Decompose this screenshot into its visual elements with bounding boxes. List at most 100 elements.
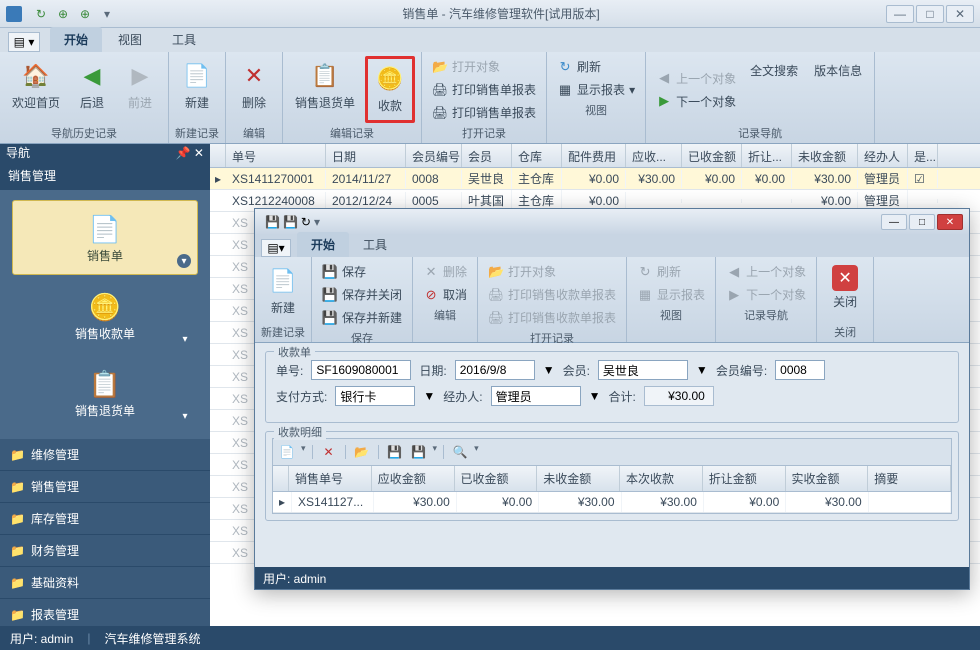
m-tab-tools[interactable]: 工具 [349,232,401,257]
nav-item-5[interactable]: 📁报表管理 [0,599,210,631]
grid-header-1[interactable]: 日期 [326,144,406,167]
home-button[interactable]: 🏠欢迎首页 [6,56,66,123]
m-save-new-button[interactable]: 💾保存并新建 [318,307,406,328]
qat-new-icon[interactable]: ⊕ [54,5,72,23]
nav-card-1[interactable]: 🪙销售收款单▾ [12,279,198,352]
nav-item-4[interactable]: 📁基础资料 [0,567,210,599]
new-button[interactable]: 📄新建 [175,56,219,123]
grid-header-5[interactable]: 配件费用 [562,144,626,167]
nav-item-0[interactable]: 📁维修管理 [0,439,210,471]
qat-dropdown-icon[interactable]: ▾ [98,5,116,23]
pay-method-input[interactable] [335,386,415,406]
print-report2-button[interactable]: 🖨打印销售单报表 [428,102,540,123]
grid-header-4[interactable]: 仓库 [512,144,562,167]
table-row[interactable]: ▸XS14112700012014/11/270008吴世良主仓库¥0.00¥3… [210,168,980,190]
qat-new2-icon[interactable]: ⊕ [76,5,94,23]
next-object-button[interactable]: ▶下一个对象 [652,91,740,112]
detail-header-0[interactable]: 销售单号 [289,466,372,491]
m-cancel-button[interactable]: ⊘取消 [419,284,471,305]
folder-icon: 📁 [10,448,25,462]
delete-icon: ✕ [423,264,439,280]
nav-item-3[interactable]: 📁财务管理 [0,535,210,567]
sales-return-button[interactable]: 📋销售退货单 [289,56,361,123]
detail-new-button[interactable]: 📄 [277,443,297,461]
m-close-ribbon-button[interactable]: ✕关闭 [823,261,867,322]
m-save-button[interactable]: 💾保存 [318,261,406,282]
nav-card-0[interactable]: 📄销售单▾ [12,200,198,275]
new-icon: 📄 [181,60,213,92]
print-report-button[interactable]: 🖨打印销售单报表 [428,79,540,100]
m-tab-start[interactable]: 开始 [297,232,349,257]
m-qat-refresh-icon[interactable]: ↻ [301,215,311,229]
window-title: 销售单 - 汽车维修管理软件[试用版本] [116,5,886,22]
minimize-button[interactable]: — [886,5,914,23]
detail-search-button[interactable]: 🔍 [450,443,470,461]
detail-save2-button[interactable]: 💾 [409,443,429,461]
grid-header-9[interactable]: 未收金额 [792,144,858,167]
close-button[interactable]: ✕ [946,5,974,23]
m-maximize-button[interactable]: □ [909,214,935,230]
app-menu-button[interactable]: ▤ ▾ [8,32,40,52]
order-no-input[interactable] [311,360,411,380]
detail-header-4[interactable]: 本次收款 [620,466,703,491]
m-minimize-button[interactable]: — [881,214,907,230]
member-no-input[interactable] [775,360,825,380]
grid-header-0[interactable]: 单号 [226,144,326,167]
nav-item-1[interactable]: 📁销售管理 [0,471,210,503]
grid-header-10[interactable]: 经办人 [858,144,908,167]
member-input[interactable] [598,360,688,380]
group-nav-history: 导航历史记录 [6,123,162,141]
chevron-down-icon[interactable]: ▾ [178,409,192,423]
detail-header-1[interactable]: 应收金额 [372,466,455,491]
qat-refresh-icon[interactable]: ↻ [32,5,50,23]
detail-header-3[interactable]: 未收金额 [537,466,620,491]
detail-header-2[interactable]: 已收金额 [455,466,538,491]
maximize-button[interactable]: □ [916,5,944,23]
fulltext-search-button[interactable]: 全文搜索 [744,56,804,123]
chevron-down-icon[interactable]: ▾ [178,332,192,346]
detail-open-button[interactable]: 📂 [352,443,372,461]
tab-tools[interactable]: 工具 [158,27,210,52]
nav-title: 导航 [6,144,30,161]
back-button[interactable]: ◀后退 [70,56,114,123]
date-input[interactable] [455,360,535,380]
detail-header-7[interactable]: 摘要 [868,466,951,491]
detail-header-5[interactable]: 折让金额 [703,466,786,491]
m-qat-saveclose-icon[interactable]: 💾 [283,215,298,229]
open-object-button: 📂打开对象 [428,56,540,77]
grid-header-11[interactable]: 是... [908,144,938,167]
m-app-menu-button[interactable]: ▤▾ [261,239,291,257]
m-save-close-button[interactable]: 💾保存并关闭 [318,284,406,305]
prev-icon: ◀ [656,70,672,86]
receipt-button[interactable]: 🪙收款 [365,56,415,123]
m-close-button[interactable]: ✕ [937,214,963,230]
nav-pin-icon[interactable]: 📌 ✕ [176,146,204,160]
tab-view[interactable]: 视图 [104,27,156,52]
grid-header-6[interactable]: 应收... [626,144,682,167]
forward-button: ▶前进 [118,56,162,123]
print-icon: 🖨 [432,82,448,98]
handler-input[interactable] [491,386,581,406]
show-report-button[interactable]: ▦显示报表 ▾ [553,79,639,100]
grid-header-7[interactable]: 已收金额 [682,144,742,167]
nav-item-2[interactable]: 📁库存管理 [0,503,210,535]
nav-card-2[interactable]: 📋销售退货单▾ [12,356,198,429]
delete-button[interactable]: ✕删除 [232,56,276,123]
refresh-icon: ↻ [637,264,653,280]
close-icon: ✕ [832,265,858,291]
m-qat-dropdown-icon[interactable]: ▾ [314,215,320,229]
tab-start[interactable]: 开始 [50,27,102,52]
chevron-down-icon[interactable]: ▾ [177,254,191,268]
grid-header-8[interactable]: 折让... [742,144,792,167]
detail-delete-button[interactable]: ✕ [319,443,339,461]
grid-header-2[interactable]: 会员编号 [406,144,462,167]
detail-save-button[interactable]: 💾 [385,443,405,461]
m-qat-save-icon[interactable]: 💾 [265,215,280,229]
modal-status-bar: 用户: admin [255,567,969,589]
version-info-button[interactable]: 版本信息 [808,56,868,123]
m-new-button[interactable]: 📄新建 [261,261,305,322]
app-logo [6,6,22,22]
detail-header-6[interactable]: 实收金额 [786,466,869,491]
refresh-button[interactable]: ↻刷新 [553,56,639,77]
grid-header-3[interactable]: 会员 [462,144,512,167]
